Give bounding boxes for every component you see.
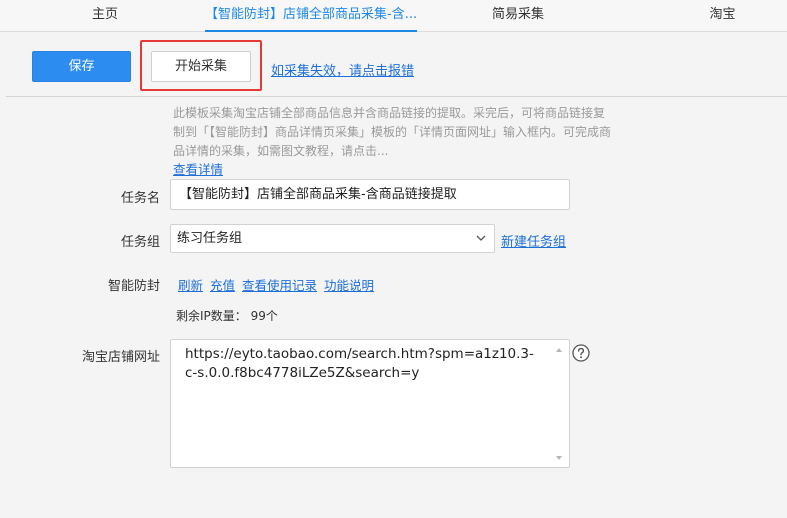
report-error-link[interactable]: 如采集失效，请点击报错 [271, 60, 414, 79]
new-task-group-link[interactable]: 新建任务组 [501, 231, 566, 250]
remaining-ip-count: 剩余IP数量： 99个 [176, 309, 278, 323]
smart-antiblock-label: 智能防封 [107, 279, 160, 294]
save-button[interactable]: 保存 [32, 51, 131, 82]
shop-url-label: 淘宝店铺网址 [81, 350, 160, 365]
start-collect-button[interactable]: 开始采集 [151, 51, 251, 82]
recharge-link[interactable]: 充值 [210, 278, 235, 293]
task-group-label: 任务组 [120, 235, 160, 250]
refresh-link[interactable]: 刷新 [178, 278, 203, 293]
tab-simple-collect[interactable]: 简易采集 [463, 0, 573, 32]
toolbar-divider [6, 96, 787, 97]
usage-record-link[interactable]: 查看使用记录 [242, 278, 317, 293]
tab-taobao[interactable]: 淘宝 [690, 0, 755, 32]
template-description: 此模板采集淘宝店铺全部商品信息并含商品链接的提取。采完后，可将商品链接复制到「【… [173, 106, 612, 158]
task-name-input[interactable]: 【智能防封】店铺全部商品采集-含商品链接提取 [170, 179, 570, 210]
shop-url-value: https://eyto.taobao.com/search.htm?spm=a… [185, 346, 534, 381]
view-details-link[interactable]: 查看详情 [173, 159, 223, 178]
task-group-value: 练习任务组 [177, 231, 243, 246]
chevron-down-icon [476, 235, 486, 241]
textarea-scrollbar[interactable] [553, 344, 565, 464]
help-icon[interactable] [572, 344, 590, 362]
feature-description-link[interactable]: 功能说明 [324, 278, 374, 293]
tab-current-task[interactable]: 【智能防封】店铺全部商品采集-含... [205, 0, 417, 32]
shop-url-textarea[interactable]: https://eyto.taobao.com/search.htm?spm=a… [170, 339, 570, 468]
tab-bar: 主页 【智能防封】店铺全部商品采集-含... 简易采集 淘宝 [0, 0, 787, 32]
task-group-select[interactable]: 练习任务组 [170, 224, 495, 253]
tab-home[interactable]: 主页 [60, 0, 150, 32]
smart-antiblock-links: 刷新 充值 查看使用记录 功能说明 [178, 275, 381, 294]
task-name-label: 任务名 [120, 191, 160, 206]
